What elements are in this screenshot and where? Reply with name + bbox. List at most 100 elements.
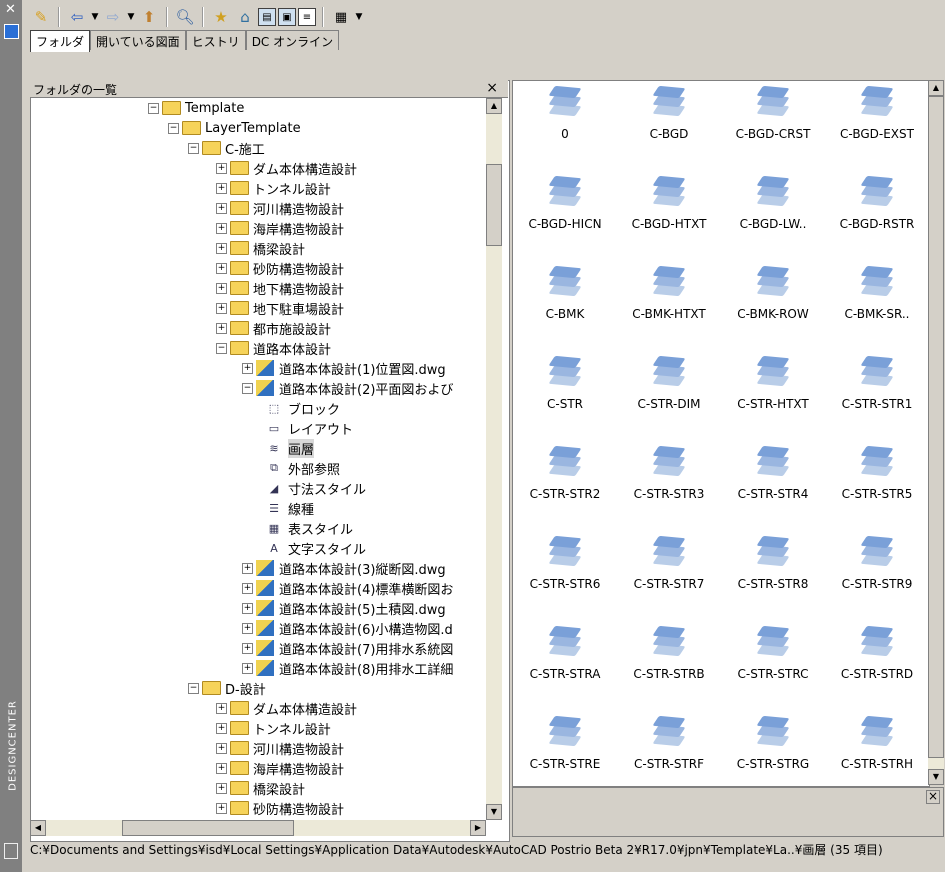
layer-item[interactable]: C-STR-HTXT [721,353,825,445]
tree-item[interactable]: + 砂防構造物設計 [216,798,344,818]
tree-item[interactable]: + 道路本体設計(3)縦断図.dwg [242,558,446,578]
back-icon[interactable]: ⇦ [66,6,88,28]
expand-icon[interactable]: + [242,602,253,614]
layer-item[interactable]: C-STR-STR2 [513,443,617,535]
tree-item[interactable]: − C-施工 [188,138,265,158]
layer-item[interactable]: C-STR-STR5 [825,443,929,535]
layer-item[interactable]: C-STR-STRD [825,623,929,715]
views-icon[interactable]: ▦ [330,6,352,28]
tree-item[interactable]: − LayerTemplate [168,118,301,138]
tree-item[interactable]: + 道路本体設計(5)土積図.dwg [242,598,446,618]
expand-icon[interactable]: + [216,782,227,794]
forward-icon[interactable]: ⇨ [102,6,124,28]
favorites-icon[interactable]: ★ [210,6,232,28]
folder-tree-scrollbar[interactable]: ▲ ▼ [486,98,502,820]
tree-item[interactable]: + 海岸構造物設計 [216,758,344,778]
expand-icon[interactable]: + [216,222,227,234]
up-icon[interactable]: ⬆ [138,6,160,28]
tab-dc-online[interactable]: DC オンライン [245,30,340,50]
expand-icon[interactable]: + [216,722,227,734]
tree-item[interactable]: + トンネル設計 [216,178,331,198]
tree-item-layer[interactable]: ≋ 画層 [266,438,315,458]
autohide-icon[interactable] [4,843,18,859]
layer-item[interactable]: C-BGD [617,83,721,175]
tree-item-linetype[interactable]: ☰ 線種 [266,498,314,518]
layer-item[interactable]: 0 [513,83,617,175]
chevron-down-icon[interactable]: ▼ [354,6,364,28]
load-icon[interactable]: ✎ [30,6,52,28]
scroll-down-button[interactable]: ▼ [486,804,502,820]
tree-item[interactable]: + 都市施設設計 [216,318,331,338]
layer-item[interactable]: C-BMK [513,263,617,355]
tab-folders[interactable]: フォルダ [30,30,91,52]
layer-item[interactable]: C-STR-STR6 [513,533,617,625]
scroll-up-button[interactable]: ▲ [486,98,502,114]
layer-item[interactable]: C-STR-STRE [513,713,617,786]
tree-item-xref[interactable]: ⧉ 外部参照 [266,458,340,478]
close-icon[interactable]: × [926,790,940,804]
expand-icon[interactable]: + [216,182,227,194]
scroll-left-button[interactable]: ◀ [30,820,46,836]
expand-icon[interactable]: + [242,582,253,594]
tab-open-drawings[interactable]: 開いている図面 [90,30,186,50]
tree-item-layout[interactable]: ▭ レイアウト [266,418,353,438]
layer-item[interactable]: C-STR-STR9 [825,533,929,625]
expand-icon[interactable]: + [242,362,253,374]
tree-item[interactable]: + 砂防構造物設計 [216,258,344,278]
scroll-thumb[interactable] [486,164,502,246]
tree-item[interactable]: + ダム本体構造設計 [216,698,357,718]
layer-item[interactable]: C-BGD-EXST [825,83,929,175]
tree-item-dimstyle[interactable]: ◢ 寸法スタイル [266,478,366,498]
collapse-icon[interactable]: − [188,142,199,154]
folder-tree-hscrollbar[interactable]: ◀ ▶ [30,820,486,836]
collapse-icon[interactable]: − [188,682,199,694]
layer-item[interactable]: C-STR-STR8 [721,533,825,625]
expand-icon[interactable]: + [216,162,227,174]
chevron-down-icon[interactable]: ▼ [90,6,100,28]
expand-icon[interactable]: + [216,702,227,714]
content-scrollbar[interactable]: ▲ ▼ [928,80,944,785]
expand-icon[interactable]: + [216,742,227,754]
expand-icon[interactable]: + [216,262,227,274]
collapse-icon[interactable]: − [168,122,179,134]
tree-item[interactable]: + 道路本体設計(1)位置図.dwg [242,358,446,378]
layer-item[interactable]: C-STR-STR3 [617,443,721,535]
layer-item[interactable]: C-STR-STRF [617,713,721,786]
expand-icon[interactable]: + [216,302,227,314]
layer-item[interactable]: C-STR-STR4 [721,443,825,535]
home-icon[interactable]: ⌂ [234,6,256,28]
expand-icon[interactable]: + [242,562,253,574]
layer-item[interactable]: C-BMK-HTXT [617,263,721,355]
scroll-thumb[interactable] [928,96,944,758]
layer-item[interactable]: C-BMK-ROW [721,263,825,355]
layer-item[interactable]: C-STR-STRB [617,623,721,715]
layer-item[interactable]: C-STR-STRC [721,623,825,715]
tree-item[interactable]: + トンネル設計 [216,718,331,738]
layer-item[interactable]: C-STR-STRG [721,713,825,786]
tree-item[interactable]: + 橋梁設計 [216,778,305,798]
layer-item[interactable]: C-BGD-CRST [721,83,825,175]
tree-item[interactable]: + 道路本体設計(4)標準横断図お [242,578,453,598]
chevron-down-icon[interactable]: ▼ [126,6,136,28]
layer-item[interactable]: C-BGD-HTXT [617,173,721,265]
layer-item[interactable]: C-STR-STR7 [617,533,721,625]
tree-item[interactable]: + 河川構造物設計 [216,738,344,758]
description-icon[interactable]: ≡ [298,8,316,26]
scroll-right-button[interactable]: ▶ [470,820,486,836]
expand-icon[interactable]: + [242,642,253,654]
layer-item[interactable]: C-BMK-SR.. [825,263,929,355]
tree-toggle-icon[interactable]: ▤ [258,8,276,26]
expand-icon[interactable]: + [216,242,227,254]
close-icon[interactable]: ✕ [5,2,16,17]
close-icon[interactable]: × [486,80,498,96]
layer-item[interactable]: C-STR-STRH [825,713,929,786]
expand-icon[interactable]: + [216,802,227,814]
search-icon[interactable]: 🔍︎ [174,6,196,28]
expand-icon[interactable]: + [242,622,253,634]
tree-item-textstyle[interactable]: A 文字スタイル [266,538,366,558]
properties-icon[interactable] [4,24,19,39]
tree-item[interactable]: − D-設計 [188,678,266,698]
tab-history[interactable]: ヒストリ [185,30,246,50]
expand-icon[interactable]: + [242,662,253,674]
expand-icon[interactable]: + [216,762,227,774]
